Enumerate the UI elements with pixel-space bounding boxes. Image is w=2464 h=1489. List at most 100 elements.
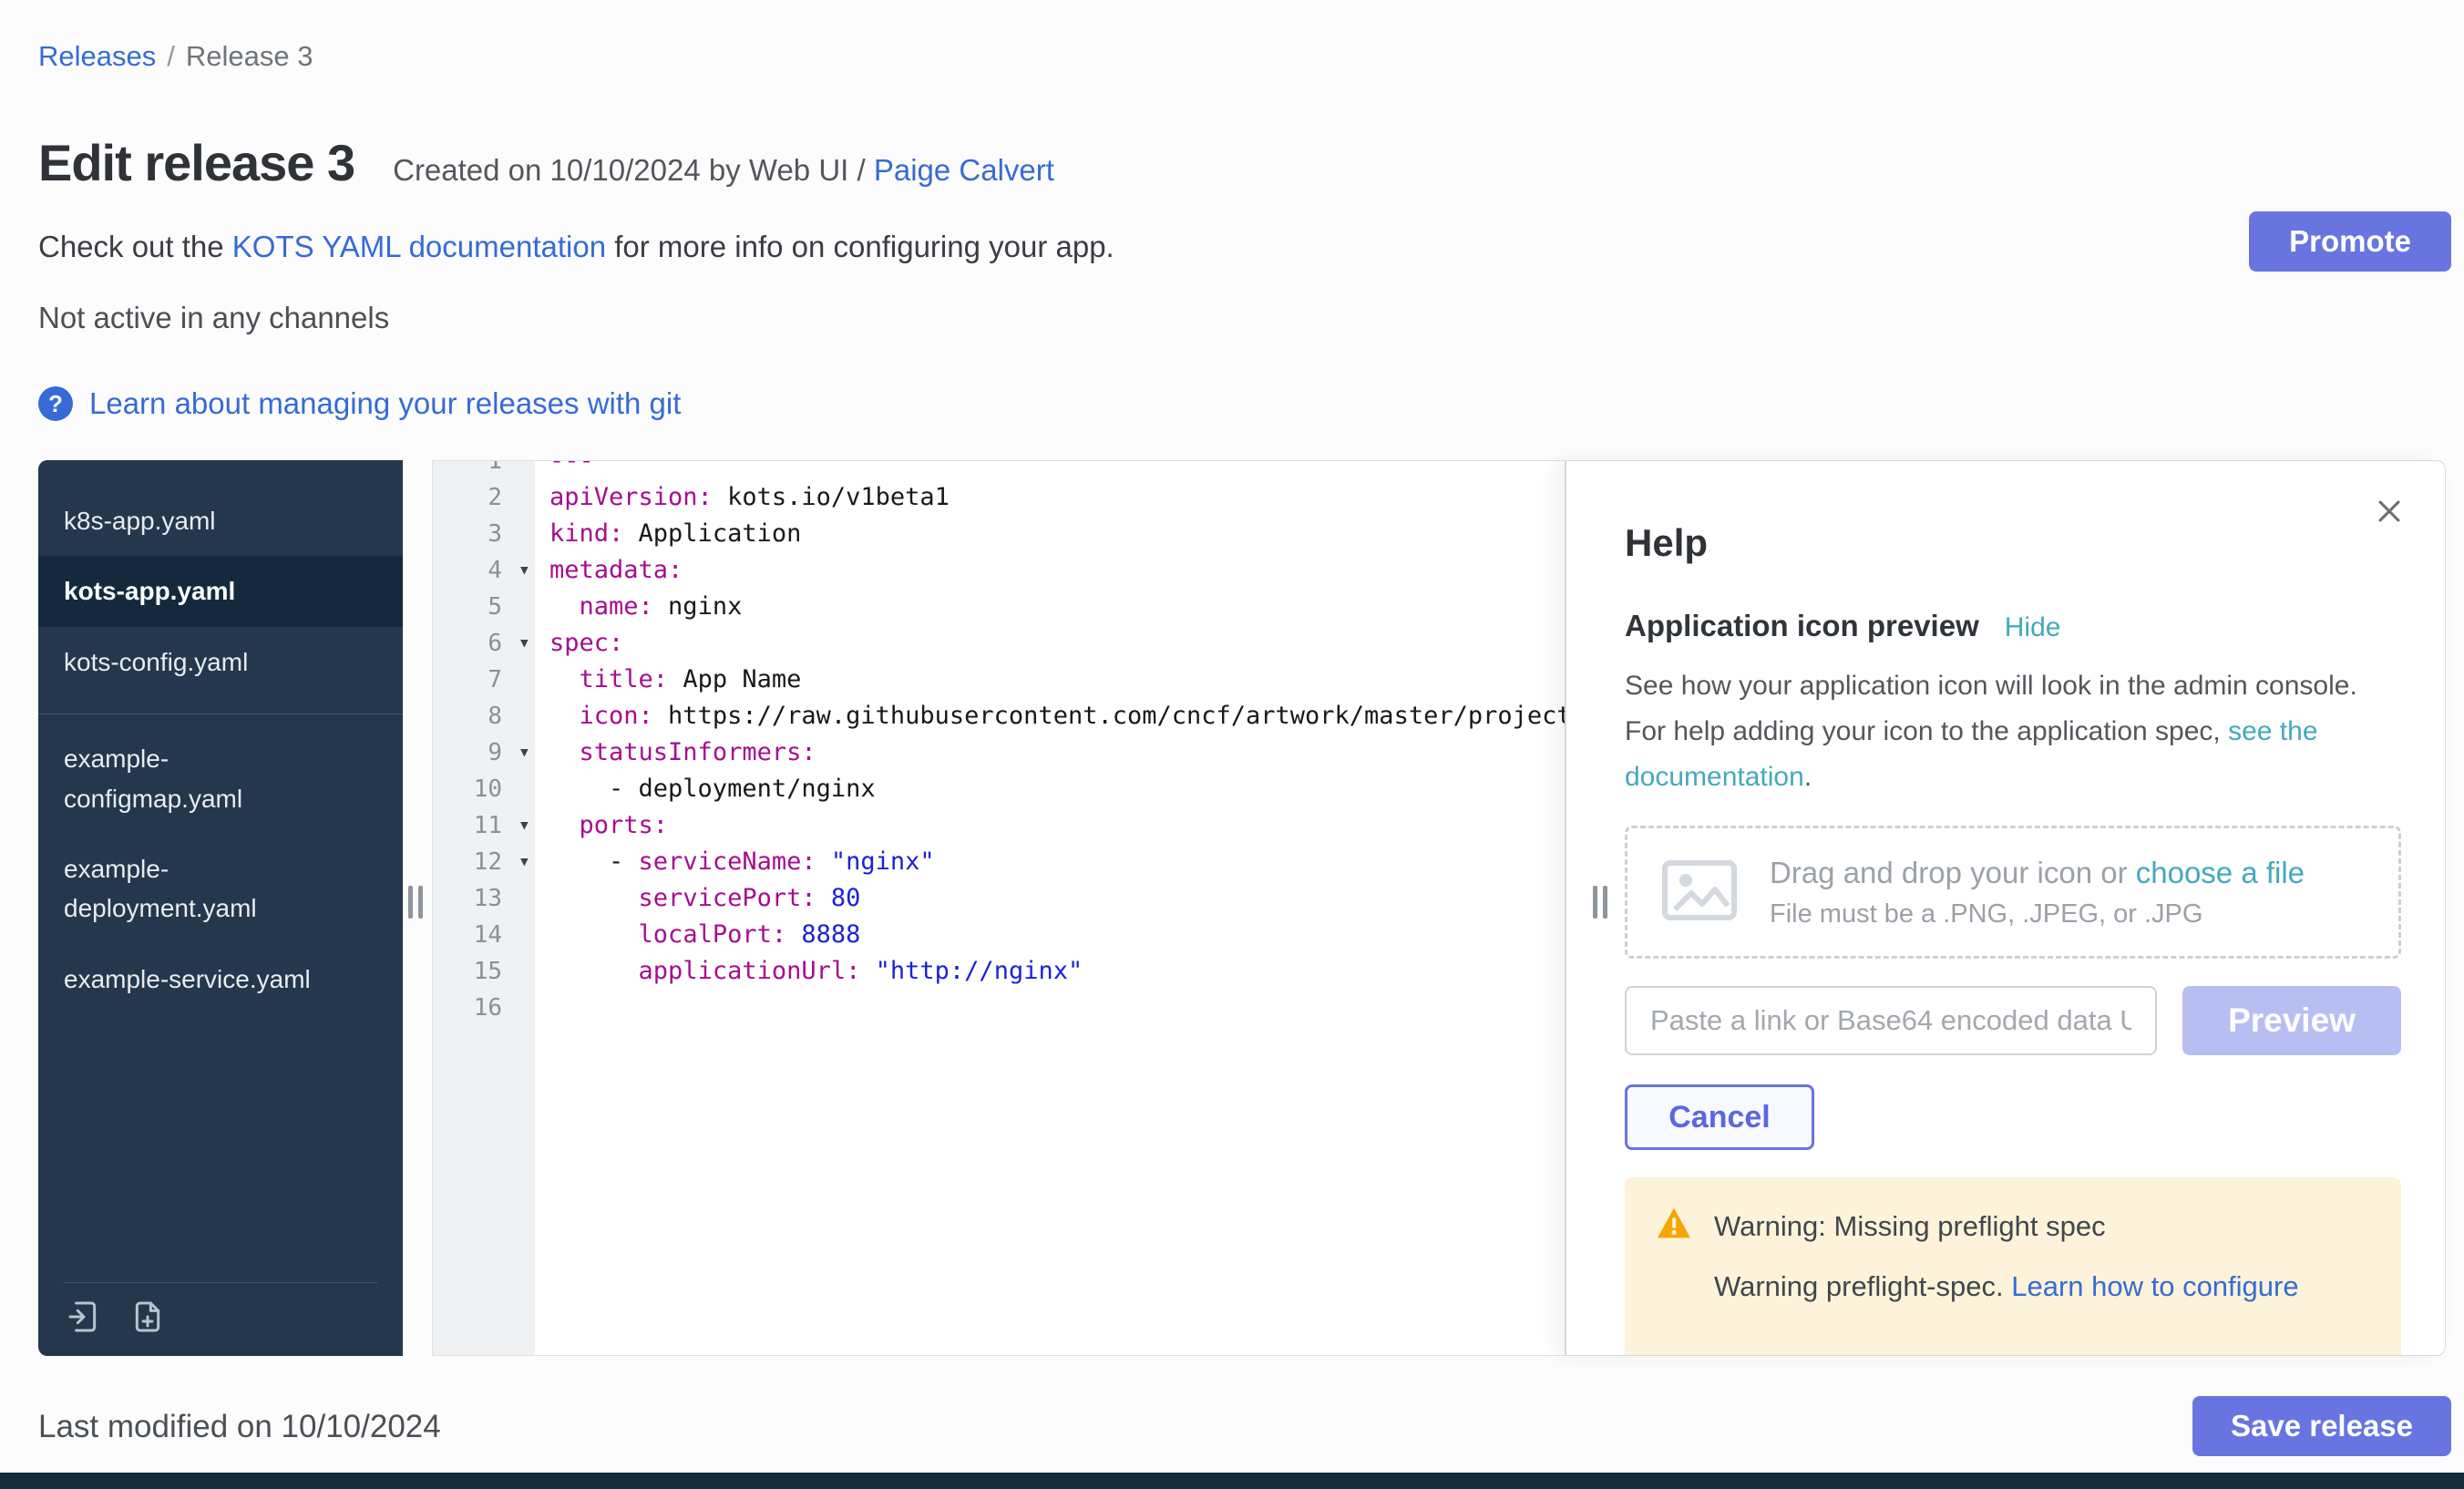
- code-editor[interactable]: 1---2apiVersion: kots.io/v1beta13kind: A…: [432, 460, 1566, 1356]
- fold-arrow-icon[interactable]: ▾: [518, 625, 530, 662]
- fold-arrow-icon[interactable]: ▾: [518, 807, 530, 844]
- file-tab-kots-config.yaml[interactable]: kots-config.yaml: [38, 627, 403, 697]
- code-line[interactable]: kind: Application: [535, 516, 801, 552]
- file-tab-example-configmap.yaml[interactable]: example-configmap.yaml: [38, 724, 403, 834]
- editor-line: 8 icon: https://raw.githubusercontent.co…: [433, 698, 1565, 734]
- editor-line: 16: [433, 990, 1565, 1026]
- warning-title: Warning: Missing preflight spec: [1714, 1210, 2106, 1243]
- editor-line: 9▾ statusInformers:: [433, 734, 1565, 771]
- line-number: 13: [433, 880, 535, 917]
- code-line[interactable]: spec:: [535, 625, 623, 662]
- save-release-button[interactable]: Save release: [2192, 1396, 2451, 1456]
- promote-button[interactable]: Promote: [2249, 211, 2451, 272]
- docs-suffix: for more info on configuring your app.: [606, 230, 1114, 263]
- editor-line: 15 applicationUrl: "http://nginx": [433, 953, 1565, 990]
- code-line[interactable]: apiVersion: kots.io/v1beta1: [535, 479, 950, 516]
- line-number: 16: [433, 990, 535, 1026]
- editor-line: 14 localPort: 8888: [433, 917, 1565, 953]
- file-tab-kots-app.yaml[interactable]: kots-app.yaml: [38, 556, 403, 626]
- dropzone-text-block: Drag and drop your icon or choose a file…: [1770, 856, 2305, 929]
- sidebar-bottom-divider: [64, 1282, 377, 1283]
- code-line[interactable]: servicePort: 80: [535, 880, 860, 917]
- created-text: Created on 10/10/2024 by Web UI / Paige …: [393, 153, 1054, 188]
- image-placeholder-icon: [1662, 860, 1737, 925]
- preview-button[interactable]: Preview: [2182, 986, 2401, 1055]
- editor-line: 12▾ - serviceName: "nginx": [433, 844, 1565, 880]
- editor-line: 4▾metadata:: [433, 552, 1565, 589]
- editor-line: 6▾spec:: [433, 625, 1565, 662]
- warning-detail-prefix: Warning preflight-spec.: [1714, 1270, 2011, 1302]
- line-number: 2: [433, 479, 535, 516]
- author-link[interactable]: Paige Calvert: [874, 153, 1054, 187]
- editor-line: 2apiVersion: kots.io/v1beta1: [433, 479, 1565, 516]
- hide-link[interactable]: Hide: [2005, 612, 2061, 643]
- code-line[interactable]: - deployment/nginx: [535, 771, 876, 807]
- help-panel: Help Application icon preview Hide See h…: [1566, 460, 2446, 1356]
- code-line[interactable]: applicationUrl: "http://nginx": [535, 953, 1083, 990]
- bottom-edge-bar: [0, 1473, 2464, 1489]
- file-list: k8s-app.yamlkots-app.yamlkots-config.yam…: [38, 460, 403, 1014]
- sidebar-resize-handle[interactable]: [408, 886, 423, 919]
- warning-icon: [1656, 1207, 1692, 1247]
- editor-resize-handle[interactable]: [1593, 886, 1607, 919]
- help-panel-title: Help: [1625, 521, 1708, 565]
- code-line[interactable]: name: nginx: [535, 589, 742, 625]
- editor-line: 1---: [433, 460, 1565, 479]
- code-line[interactable]: - serviceName: "nginx": [535, 844, 935, 880]
- warning-detail: Warning preflight-spec. Learn how to con…: [1714, 1270, 2370, 1303]
- line-number: 11▾: [433, 807, 535, 844]
- breadcrumb-current: Release 3: [186, 40, 313, 72]
- choose-file-link[interactable]: choose a file: [2136, 856, 2305, 889]
- icon-dropzone[interactable]: Drag and drop your icon or choose a file…: [1625, 826, 2401, 959]
- line-number: 1: [433, 460, 535, 479]
- code-line[interactable]: ports:: [535, 807, 668, 844]
- code-line[interactable]: icon: https://raw.githubusercontent.com/…: [535, 698, 1566, 734]
- file-tab-example-service.yaml[interactable]: example-service.yaml: [38, 944, 403, 1014]
- created-prefix: Created on 10/10/2024 by Web UI /: [393, 153, 874, 187]
- section-title: Application icon preview: [1625, 609, 1979, 643]
- kots-yaml-docs-link[interactable]: KOTS YAML documentation: [232, 230, 606, 263]
- cancel-button[interactable]: Cancel: [1625, 1084, 1814, 1150]
- icon-preview-section-header: Application icon preview Hide: [1625, 609, 2060, 643]
- line-number: 8: [433, 698, 535, 734]
- code-line[interactable]: metadata:: [535, 552, 683, 589]
- last-modified-text: Last modified on 10/10/2024: [38, 1409, 441, 1445]
- new-file-icon[interactable]: [129, 1299, 166, 1340]
- close-icon[interactable]: [2374, 496, 2405, 531]
- question-circle-icon[interactable]: ?: [38, 386, 73, 421]
- line-number: 7: [433, 662, 535, 698]
- editor-rows: 1---2apiVersion: kots.io/v1beta13kind: A…: [433, 460, 1565, 1026]
- code-line[interactable]: ---: [535, 460, 594, 479]
- icon-url-input[interactable]: [1625, 986, 2157, 1055]
- code-line[interactable]: title: App Name: [535, 662, 801, 698]
- preflight-warning-box: Warning: Missing preflight spec Warning …: [1625, 1177, 2401, 1356]
- line-number: 10: [433, 771, 535, 807]
- page-title: Edit release 3: [38, 133, 354, 192]
- file-tab-example-deployment.yaml[interactable]: example-deployment.yaml: [38, 834, 403, 944]
- sidebar-actions: [66, 1299, 166, 1340]
- breadcrumb-releases-link[interactable]: Releases: [38, 40, 156, 72]
- line-number: 14: [433, 917, 535, 953]
- description-suffix: .: [1804, 762, 1812, 792]
- breadcrumb-separator: /: [167, 40, 175, 72]
- help-description: See how your application icon will look …: [1625, 663, 2399, 800]
- git-help-link[interactable]: Learn about managing your releases with …: [89, 386, 681, 421]
- docs-prefix: Check out the: [38, 230, 232, 263]
- code-line[interactable]: statusInformers:: [535, 734, 816, 771]
- header-row: Edit release 3 Created on 10/10/2024 by …: [38, 133, 1054, 192]
- git-help-row: ? Learn about managing your releases wit…: [38, 386, 681, 421]
- editor-line: 13 servicePort: 80: [433, 880, 1565, 917]
- fold-arrow-icon[interactable]: ▾: [518, 734, 530, 771]
- line-number: 15: [433, 953, 535, 990]
- upload-file-icon[interactable]: [66, 1299, 102, 1340]
- fold-arrow-icon[interactable]: ▾: [518, 844, 530, 880]
- channel-status: Not active in any channels: [38, 301, 389, 335]
- line-number: 6▾: [433, 625, 535, 662]
- learn-how-to-configure-link[interactable]: Learn how to configure: [2011, 1270, 2298, 1302]
- code-line[interactable]: [535, 990, 549, 1026]
- file-tab-k8s-app.yaml[interactable]: k8s-app.yaml: [38, 486, 403, 556]
- line-number: 4▾: [433, 552, 535, 589]
- code-line[interactable]: localPort: 8888: [535, 917, 860, 953]
- fold-arrow-icon[interactable]: ▾: [518, 552, 530, 589]
- file-tree-sidebar: k8s-app.yamlkots-app.yamlkots-config.yam…: [38, 460, 403, 1356]
